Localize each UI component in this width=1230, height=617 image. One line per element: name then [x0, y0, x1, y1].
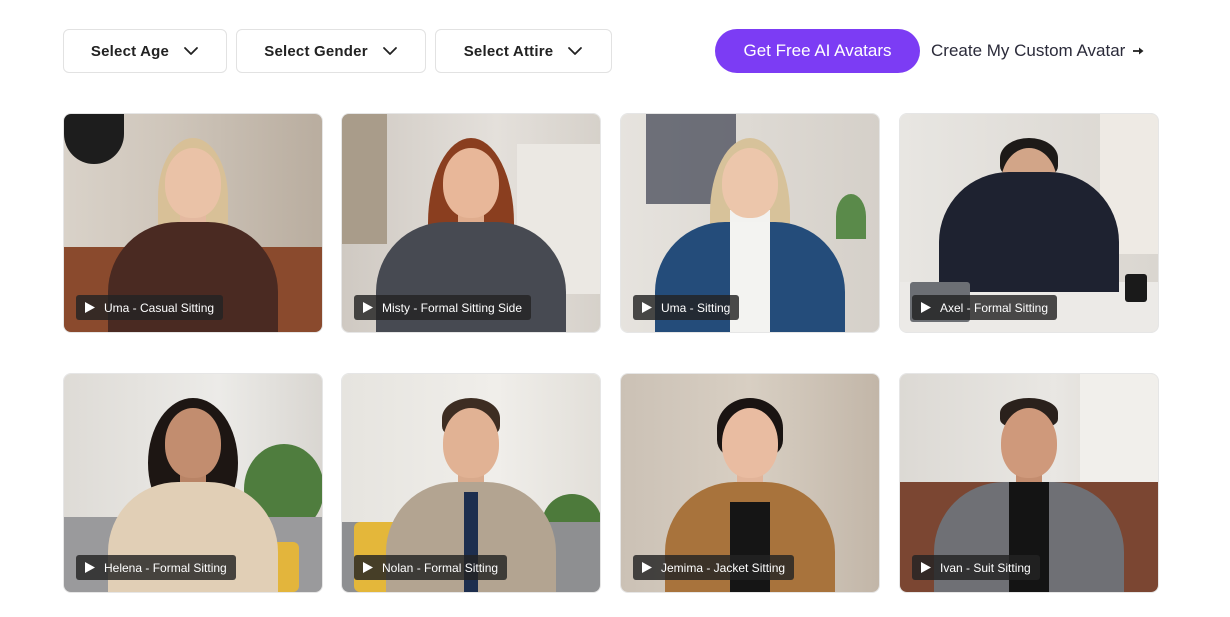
play-icon — [921, 302, 931, 313]
play-icon — [921, 562, 931, 573]
avatar-name: Jemima - Jacket Sitting — [661, 560, 786, 575]
play-icon — [363, 302, 373, 313]
avatar-card[interactable]: Jemima - Jacket Sitting — [620, 373, 880, 593]
get-free-avatars-label: Get Free AI Avatars — [743, 41, 892, 60]
create-custom-avatar-label: Create My Custom Avatar — [931, 41, 1126, 60]
avatar-label: Uma - Sitting — [633, 295, 740, 320]
avatar-name: Misty - Formal Sitting Side — [382, 300, 523, 315]
avatar-card[interactable]: Uma - Sitting — [620, 113, 880, 333]
chevron-down-icon — [568, 47, 583, 55]
avatar-card[interactable]: Helena - Formal Sitting — [63, 373, 323, 593]
play-icon — [85, 562, 95, 573]
avatar-label: Ivan - Suit Sitting — [912, 555, 1040, 580]
attire-dropdown-label: Select Attire — [463, 42, 554, 60]
avatar-card[interactable]: Axel - Formal Sitting — [899, 113, 1159, 333]
chevron-down-icon — [382, 47, 397, 55]
play-icon — [642, 302, 652, 313]
avatar-label: Uma - Casual Sitting — [76, 295, 224, 320]
avatar-card[interactable]: Ivan - Suit Sitting — [899, 373, 1159, 593]
avatar-label: Helena - Formal Sitting — [76, 555, 236, 580]
avatar-label: Axel - Formal Sitting — [912, 295, 1058, 320]
avatar-name: Axel - Formal Sitting — [940, 300, 1049, 315]
get-free-avatars-button[interactable]: Get Free AI Avatars — [715, 29, 920, 73]
avatar-name: Helena - Formal Sitting — [104, 560, 227, 575]
gender-dropdown[interactable]: Select Gender — [236, 29, 426, 73]
avatar-card[interactable]: Nolan - Formal Sitting — [341, 373, 601, 593]
play-icon — [642, 562, 652, 573]
arrow-right-icon — [1133, 47, 1144, 55]
gender-dropdown-label: Select Gender — [264, 42, 368, 60]
avatar-card[interactable]: Uma - Casual Sitting — [63, 113, 323, 333]
avatar-name: Uma - Sitting — [661, 300, 731, 315]
age-dropdown-label: Select Age — [90, 42, 170, 60]
age-dropdown[interactable]: Select Age — [63, 29, 227, 73]
avatar-label: Jemima - Jacket Sitting — [633, 555, 795, 580]
create-custom-avatar-link[interactable]: Create My Custom Avatar — [931, 29, 1145, 73]
avatar-name: Nolan - Formal Sitting — [382, 560, 499, 575]
avatar-label: Nolan - Formal Sitting — [354, 555, 508, 580]
avatar-label: Misty - Formal Sitting Side — [354, 295, 532, 320]
attire-dropdown[interactable]: Select Attire — [435, 29, 612, 73]
avatar-card[interactable]: Misty - Formal Sitting Side — [341, 113, 601, 333]
play-icon — [85, 302, 95, 313]
avatar-name: Uma - Casual Sitting — [104, 300, 215, 315]
avatar-name: Ivan - Suit Sitting — [940, 560, 1031, 575]
play-icon — [363, 562, 373, 573]
filter-toolbar: Select Age Select Gender Select Attire G… — [0, 0, 1230, 100]
chevron-down-icon — [184, 47, 198, 55]
